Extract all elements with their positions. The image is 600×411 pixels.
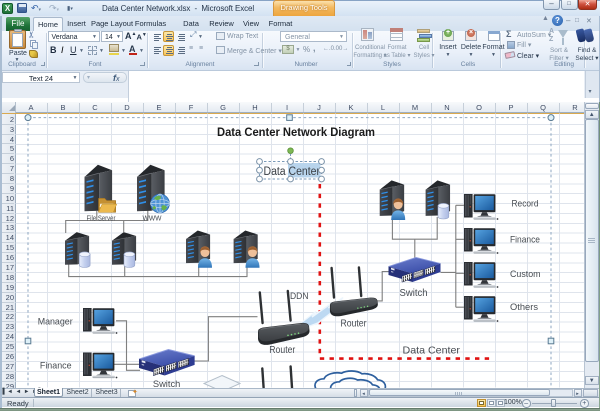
- svg-text:Router: Router: [341, 318, 368, 329]
- svg-text:Finance: Finance: [40, 361, 72, 372]
- svg-text:Record: Record: [512, 199, 539, 210]
- svg-text:Router: Router: [269, 345, 296, 356]
- svg-text:DDN: DDN: [290, 291, 309, 302]
- svg-text:Data Center Network Diagram: Data Center Network Diagram: [217, 125, 375, 139]
- svg-text:Others: Others: [510, 302, 538, 313]
- svg-text:Custom: Custom: [510, 269, 541, 280]
- svg-text:Switch: Switch: [400, 288, 428, 299]
- svg-text:File Server: File Server: [87, 214, 116, 223]
- svg-text:Manager: Manager: [38, 316, 73, 327]
- svg-text:WWW: WWW: [143, 214, 163, 223]
- svg-text:Data Center: Data Center: [403, 345, 461, 357]
- svg-text:Finance: Finance: [510, 235, 540, 246]
